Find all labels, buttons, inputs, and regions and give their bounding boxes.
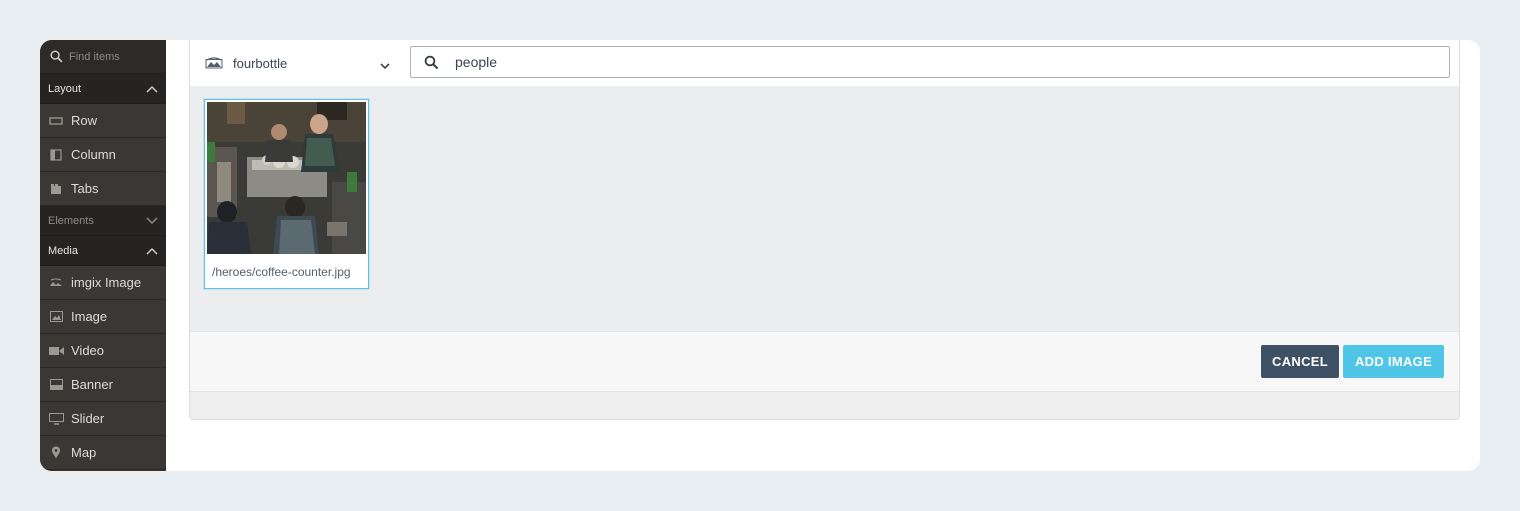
source-select[interactable]: fourbottle [205, 40, 390, 86]
chevron-up-icon[interactable] [146, 247, 158, 255]
sidebar-item-label: imgix Image [71, 275, 142, 290]
video-icon [48, 346, 64, 356]
image-path-label: /heroes/coffee-counter.jpg [212, 265, 351, 279]
sidebar-item-label: Slider [71, 411, 105, 426]
sidebar-item-label: Banner [71, 377, 113, 392]
sidebar-item-imgix-image[interactable]: imgix Image [40, 266, 166, 300]
imgix-source-icon [205, 57, 223, 69]
chevron-down-icon[interactable] [146, 216, 158, 225]
image-search-box[interactable] [410, 46, 1450, 78]
image-search-input[interactable] [453, 53, 1357, 71]
picker-footer: CANCEL ADD IMAGE [190, 331, 1459, 392]
row-icon [48, 116, 64, 126]
source-name: fourbottle [233, 55, 288, 71]
sidebar-item-map[interactable]: Map [40, 436, 166, 470]
map-pin-icon [48, 446, 64, 459]
slider-icon [48, 412, 64, 425]
search-icon [424, 55, 439, 70]
search-icon [50, 50, 63, 63]
cancel-button[interactable]: CANCEL [1261, 345, 1339, 378]
section-label: Elements [48, 214, 94, 227]
sidebar-item-column[interactable]: Column [40, 138, 166, 172]
panel-bottom-strip [190, 392, 1459, 419]
sidebar-item-image[interactable]: Image [40, 300, 166, 334]
add-image-button[interactable]: ADD IMAGE [1343, 345, 1444, 378]
sidebar-item-banner[interactable]: Banner [40, 368, 166, 402]
section-media-header[interactable]: Media [40, 236, 166, 266]
imgix-image-icon [48, 278, 64, 288]
tabs-icon [48, 183, 64, 195]
app-window: Find items Layout Row Column Tabs Elemen… [40, 40, 1480, 471]
column-icon [48, 148, 64, 161]
sidebar-item-slider[interactable]: Slider [40, 402, 166, 436]
banner-icon [48, 379, 64, 390]
picker-toolbar: fourbottle [190, 40, 1459, 86]
section-label: Media [48, 244, 78, 257]
sidebar-item-video[interactable]: Video [40, 334, 166, 368]
sidebar-item-label: Map [71, 445, 97, 460]
element-sidebar: Find items Layout Row Column Tabs Elemen… [40, 40, 166, 471]
sidebar-item-label: Image [71, 309, 108, 324]
sidebar-item-label: Column [71, 147, 116, 162]
chevron-down-icon[interactable] [380, 57, 390, 75]
section-layout-header[interactable]: Layout [40, 74, 166, 104]
sidebar-item-label: Row [71, 113, 98, 128]
sidebar-item-label: Video [71, 343, 105, 358]
sidebar-item-row[interactable]: Row [40, 104, 166, 138]
sidebar-item-label: Tabs [71, 181, 99, 196]
section-label: Layout [48, 82, 82, 95]
section-elements-header[interactable]: Elements [40, 206, 166, 236]
sidebar-search[interactable]: Find items [40, 40, 166, 74]
image-thumbnail [207, 102, 366, 254]
image-icon [48, 311, 64, 322]
image-result-card[interactable]: /heroes/coffee-counter.jpg [204, 99, 369, 289]
sidebar-search-placeholder: Find items [69, 50, 120, 63]
chevron-up-icon[interactable] [146, 85, 158, 93]
sidebar-item-tabs[interactable]: Tabs [40, 172, 166, 206]
image-results-grid: /heroes/coffee-counter.jpg [190, 86, 1459, 331]
image-picker-panel: fourbottle people /heroes/coffee-counter… [189, 40, 1460, 420]
